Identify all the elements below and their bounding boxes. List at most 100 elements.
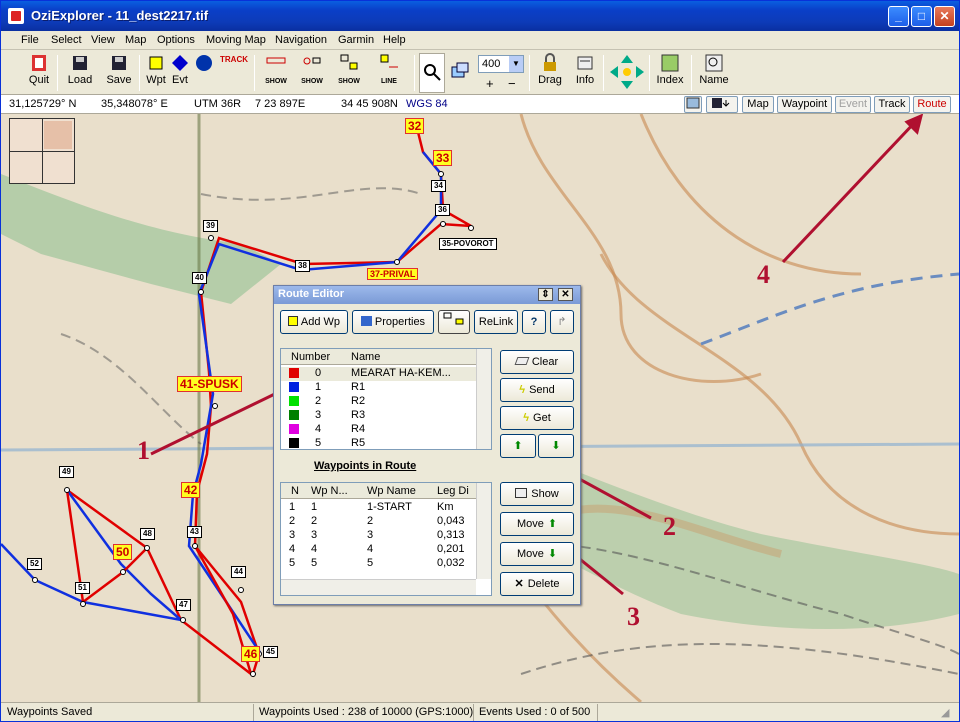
route-row[interactable]: 2 R2 <box>281 395 491 409</box>
minimize-button[interactable]: _ <box>888 6 909 27</box>
arrow-down-icon: ⬇ <box>547 548 558 560</box>
quit-button[interactable]: Quit <box>27 53 51 93</box>
image-button[interactable] <box>684 96 702 113</box>
waypoint-label-51[interactable]: 51 <box>75 582 90 594</box>
route-number-button[interactable] <box>193 53 215 93</box>
resize-grip-icon[interactable]: ◢ <box>941 706 949 719</box>
waypoint-label-41[interactable]: 41-SPUSK <box>177 376 242 392</box>
show-wpt-button[interactable]: SHOW <box>295 53 329 93</box>
waypoint-label-40[interactable]: 40 <box>192 272 207 284</box>
waypoints-hscrollbar[interactable] <box>281 579 476 595</box>
rollup-button[interactable]: ⇕ <box>538 288 553 301</box>
waypoint-view-button[interactable]: Waypoint <box>777 96 832 113</box>
evt-button[interactable]: Evt <box>169 53 191 93</box>
show-route-toggle[interactable] <box>438 310 470 334</box>
pointer-icon[interactable]: ↱ <box>550 310 574 334</box>
dialog-close-button[interactable]: ✕ <box>558 288 573 301</box>
send-button[interactable]: ϟ Send <box>500 378 574 402</box>
waypoints-list[interactable]: N Wp N... Wp Name Leg Di 1 1 1-START Km 222… <box>280 482 492 596</box>
waypoint-label-50[interactable]: 50 <box>113 544 133 560</box>
close-button[interactable]: ✕ <box>934 6 955 27</box>
window-tool-button[interactable] <box>448 53 472 93</box>
overview-map[interactable] <box>9 118 75 184</box>
route-editor-titlebar[interactable]: Route Editor ⇕ ✕ <box>274 286 580 304</box>
waypoint-label-38[interactable]: 38 <box>295 260 310 272</box>
delete-button[interactable]: ✕ Delete <box>500 572 574 596</box>
index-button[interactable]: Index <box>654 53 686 93</box>
wp-name: 5 <box>367 557 374 569</box>
zoom-select[interactable]: 400 ▼ <box>478 55 524 73</box>
routes-list[interactable]: Number Name 0 MEARAT HA-KEM... 1 R1 2 R2 3 R… <box>280 348 492 450</box>
waypoint-label-34[interactable]: 34 <box>431 180 446 192</box>
menu-options[interactable]: Options <box>157 34 195 46</box>
properties-button[interactable]: Properties <box>352 310 434 334</box>
waypoint-label-37[interactable]: 37-PRIVAL <box>367 268 419 280</box>
route-row[interactable]: 0 MEARAT HA-KEM... <box>281 367 491 381</box>
route-row[interactable]: 4 R4 <box>281 423 491 437</box>
route-up-button[interactable]: ⬆ <box>500 434 536 458</box>
waypoint-label-45[interactable]: 45 <box>263 646 278 658</box>
route-row[interactable]: 5 R5 <box>281 437 491 449</box>
relink-button[interactable]: ReLink <box>474 310 518 334</box>
load-button[interactable]: Load <box>65 53 95 93</box>
menu-map[interactable]: Map <box>125 34 146 46</box>
waypoint-label-44[interactable]: 44 <box>231 566 246 578</box>
zoom-tool-button[interactable] <box>419 53 445 93</box>
waypoint-label-36[interactable]: 36 <box>435 204 450 216</box>
pan-control[interactable] <box>607 53 647 93</box>
waypoint-label-52[interactable]: 52 <box>27 558 42 570</box>
name-button[interactable]: Name <box>698 53 730 93</box>
waypoint-row[interactable]: 5 5 5 0,032 <box>281 557 491 571</box>
track-view-button[interactable]: Track <box>874 96 910 113</box>
save-map-button[interactable] <box>706 96 738 113</box>
waypoint-label-49[interactable]: 49 <box>59 466 74 478</box>
route-down-button[interactable]: ⬇ <box>538 434 574 458</box>
save-button[interactable]: Save <box>104 53 134 93</box>
line-button[interactable]: LINE <box>367 53 411 93</box>
app-window: OziExplorer - 11_dest2217.tif _ □ ✕ File… <box>0 0 960 722</box>
waypoint-label-42[interactable]: 42 <box>181 482 201 498</box>
route-view-button[interactable]: Route <box>913 96 951 113</box>
wpt-button[interactable]: Wpt <box>145 53 167 93</box>
event-view-button[interactable]: Event <box>835 96 871 113</box>
route-row[interactable]: 1 R1 <box>281 381 491 395</box>
show-waypoint-button[interactable]: Show <box>500 482 574 506</box>
maximize-button[interactable]: □ <box>911 6 932 27</box>
map-view-button[interactable]: Map <box>742 96 774 113</box>
waypoint-label-43[interactable]: 43 <box>187 526 202 538</box>
get-button[interactable]: ϟ Get <box>500 406 574 430</box>
menu-garmin[interactable]: Garmin <box>338 34 374 46</box>
routes-scrollbar[interactable] <box>476 349 491 449</box>
menu-view[interactable]: View <box>91 34 115 46</box>
menu-moving-map[interactable]: Moving Map <box>206 34 266 46</box>
waypoint-label-35[interactable]: 35-POVOROT <box>439 238 497 250</box>
info-button[interactable]: Info <box>571 53 599 93</box>
zoom-out-button[interactable]: − <box>508 76 516 91</box>
waypoint-row[interactable]: 4 4 4 0,201 <box>281 543 491 557</box>
waypoint-label-39[interactable]: 39 <box>203 220 218 232</box>
waypoint-row[interactable]: 3 3 3 0,313 <box>281 529 491 543</box>
waypoint-label-46[interactable]: 46 <box>241 646 261 662</box>
menu-navigation[interactable]: Navigation <box>275 34 327 46</box>
track-button[interactable]: TRACK <box>219 53 249 93</box>
zoom-in-button[interactable]: + <box>486 76 494 91</box>
waypoint-row[interactable]: 2 2 2 0,043 <box>281 515 491 529</box>
waypoint-row[interactable]: 1 1 1-START Km <box>281 501 491 515</box>
waypoints-vscrollbar[interactable] <box>476 483 491 579</box>
waypoint-label-33[interactable]: 33 <box>433 150 453 166</box>
menu-help[interactable]: Help <box>383 34 406 46</box>
move-up-button[interactable]: Move ⬆ <box>500 512 574 536</box>
waypoint-label-32[interactable]: 32 <box>405 118 425 134</box>
route-row[interactable]: 3 R3 <box>281 409 491 423</box>
add-waypoint-button[interactable]: Add Wp <box>280 310 348 334</box>
drag-button[interactable]: Drag <box>535 53 565 93</box>
menu-file[interactable]: File <box>21 34 39 46</box>
move-down-button[interactable]: Move ⬇ <box>500 542 574 566</box>
help-icon[interactable]: ? <box>522 310 546 334</box>
waypoint-label-48[interactable]: 48 <box>140 528 155 540</box>
menu-select[interactable]: Select <box>51 34 82 46</box>
show-track-button[interactable]: SHOW <box>259 53 293 93</box>
waypoint-label-47[interactable]: 47 <box>176 599 191 611</box>
clear-button[interactable]: Clear <box>500 350 574 374</box>
show-route-button[interactable]: SHOW <box>333 53 365 93</box>
